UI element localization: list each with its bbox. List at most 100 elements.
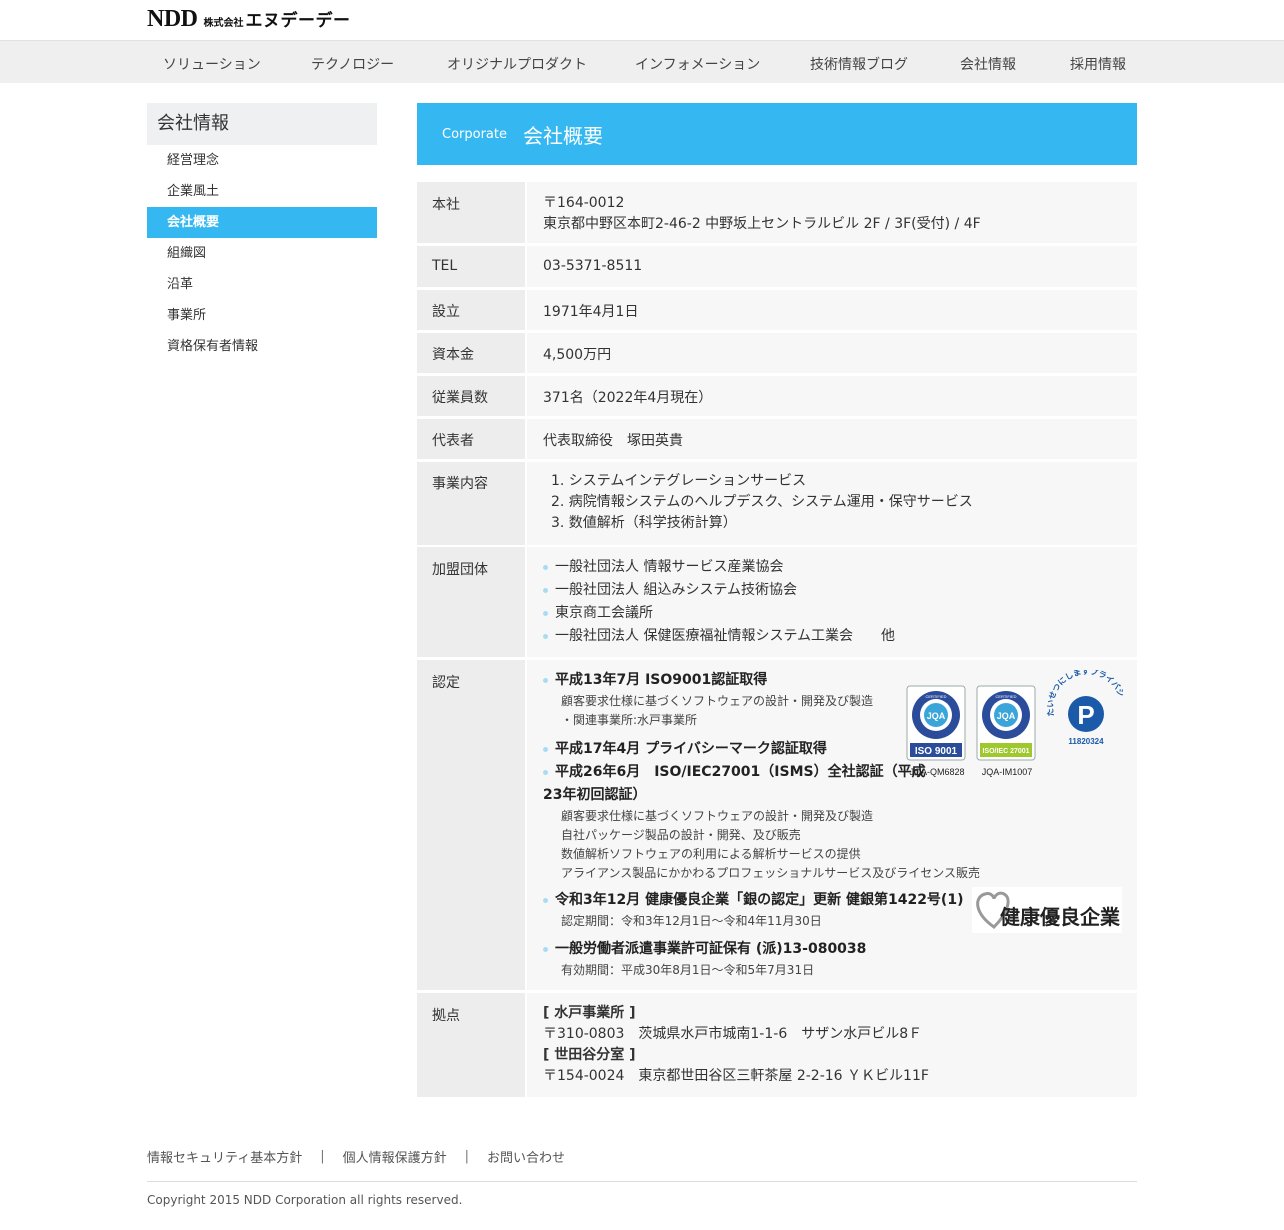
svg-text:CERTIFIED: CERTIFIED: [925, 694, 946, 699]
footer-separator: |: [464, 1149, 470, 1164]
main-content: Corporate 会社概要 本社 〒164-0012 東京都中野区本町2-46…: [417, 103, 1137, 1097]
page-banner: Corporate 会社概要: [417, 103, 1137, 165]
tel-value: 03-5371-8511: [527, 246, 1137, 287]
site-logo[interactable]: NDD 株式会社 エヌデーデー: [147, 6, 351, 33]
cert-isms-title-cont: 23年初回認証）: [543, 787, 647, 803]
nav-recruit[interactable]: 採用情報: [1070, 54, 1126, 74]
business-value: 1. システムインテグレーションサービス 2. 病院情報システムのヘルプデスク、…: [527, 462, 1137, 545]
sidebar-item-overview[interactable]: 会社概要: [147, 207, 377, 238]
cert-isms-scope: 顧客要求仕様に基づくソフトウェアの設計・開発及び製造: [561, 809, 874, 823]
location-mito-name: [ 水戸事業所 ]: [543, 1005, 636, 1021]
nav-solution[interactable]: ソリューション: [163, 54, 261, 74]
iso9001-badge-icon: JQA CERTIFIED ISO 9001: [906, 685, 966, 761]
iso27001-code: JQA-IM1007: [981, 767, 1033, 777]
bullet-icon: [543, 769, 548, 775]
row-label: 認定: [417, 660, 525, 990]
privacy-mark-badge: たいせつにしますプライバシー P 11820324: [1042, 663, 1128, 750]
sidebar-item-philosophy[interactable]: 経営理念: [147, 145, 377, 176]
site-header: NDD 株式会社 エヌデーデー: [0, 0, 1284, 40]
kenko-heart-icon: 健康優良企業: [976, 891, 1121, 929]
cert-dispatch-title: 一般労働者派遣事業許可証保有 (派)13-080038: [543, 938, 1137, 961]
footer-links: 情報セキュリティ基本方針 | 個人情報保護方針 | お問い合わせ: [147, 1147, 565, 1166]
locations-value: [ 水戸事業所 ] 〒310-0803 茨城県水戸市城南1-1-6 サザン水戸ビ…: [527, 993, 1137, 1097]
logo-kabu: 株式会社: [203, 18, 244, 29]
iso27001-badge: JQA CERTIFIED ISO/IEC 27001 JQA-IM1007: [976, 685, 1038, 777]
svg-text:JQA: JQA: [997, 711, 1016, 721]
footer-link-security-policy[interactable]: 情報セキュリティ基本方針: [147, 1147, 302, 1166]
nav-tech-blog[interactable]: 技術情報ブログ: [810, 54, 908, 74]
location-setagaya-name: [ 世田谷分室 ]: [543, 1047, 636, 1063]
nav-company[interactable]: 会社情報: [960, 54, 1016, 74]
row-value: 〒164-0012 東京都中野区本町2-46-2 中野坂上セントラルビル 2F …: [527, 182, 1137, 243]
list-item: 1. システムインテグレーションサービス: [551, 473, 807, 489]
bullet-icon: [543, 746, 548, 752]
banner-en: Corporate: [442, 126, 507, 142]
list-item: 東京商工会議所: [543, 602, 1137, 625]
row-tel: TEL 03-5371-8511: [417, 246, 1137, 287]
svg-text:P: P: [1077, 700, 1094, 730]
footer-divider: [147, 1181, 1137, 1182]
kenko-badge: 健康優良企業: [972, 887, 1122, 933]
iso9001-badge: JQA CERTIFIED ISO 9001 JQA-QM6828: [906, 685, 968, 777]
cert-isms-scope: アライアンス製品にかかわるプロフェッショナルサービス及びライセンス販売: [561, 866, 981, 880]
hq-zip: 〒164-0012: [543, 195, 625, 211]
bullet-icon: [543, 946, 548, 952]
privacy-mark-icon: たいせつにしますプライバシー P 11820324: [1042, 663, 1126, 746]
capital-value: 4,500万円: [527, 333, 1137, 373]
list-item: 3. 数値解析（科学技術計算）: [551, 515, 737, 531]
row-representative: 代表者 代表取締役 塚田英貴: [417, 419, 1137, 459]
row-certifications: 認定 平成13年7月 ISO9001認証取得 顧客要求仕様に基づくソフトウェアの…: [417, 660, 1137, 990]
memberships-value: 一般社団法人 情報サービス産業協会 一般社団法人 組込みシステム技術協会 東京商…: [527, 547, 1137, 657]
row-label: 従業員数: [417, 376, 525, 416]
bullet-icon: [543, 677, 548, 683]
location-mito-address: 〒310-0803 茨城県水戸市城南1-1-6 サザン水戸ビル8Ｆ: [543, 1026, 923, 1042]
svg-text:ISO 9001: ISO 9001: [915, 746, 958, 757]
row-employees: 従業員数 371名（2022年4月現在）: [417, 376, 1137, 416]
cert-isms-scope: 自社パッケージ製品の設計・開発、及び販売: [561, 828, 801, 842]
nav-information[interactable]: インフォメーション: [635, 54, 760, 74]
svg-text:JQA: JQA: [927, 711, 946, 721]
bullet-icon: [543, 897, 548, 903]
row-label: 加盟団体: [417, 547, 525, 657]
global-nav: ソリューション テクノロジー オリジナルプロダクト インフォメーション 技術情報…: [0, 40, 1284, 83]
hq-address: 東京都中野区本町2-46-2 中野坂上セントラルビル 2F / 3F(受付) /…: [543, 216, 981, 232]
svg-text:ISO/IEC 27001: ISO/IEC 27001: [982, 748, 1029, 755]
nav-original-product[interactable]: オリジナルプロダクト: [447, 54, 587, 74]
iso9001-code: JQA-QM6828: [909, 767, 965, 777]
page-title: 会社概要: [523, 123, 603, 148]
row-label: 設立: [417, 290, 525, 330]
row-label: 代表者: [417, 419, 525, 459]
employees-value: 371名（2022年4月現在）: [527, 376, 1137, 416]
row-label: TEL: [417, 246, 525, 287]
sidebar-title: 会社情報: [147, 103, 377, 145]
sidebar-item-qualifications[interactable]: 資格保有者情報: [147, 331, 377, 362]
row-locations: 拠点 [ 水戸事業所 ] 〒310-0803 茨城県水戸市城南1-1-6 サザン…: [417, 993, 1137, 1097]
nav-technology[interactable]: テクノロジー: [311, 54, 394, 74]
row-capital: 資本金 4,500万円: [417, 333, 1137, 373]
list-item: 一般社団法人 情報サービス産業協会: [543, 556, 1137, 579]
row-label: 本社: [417, 182, 525, 243]
footer-link-privacy-policy[interactable]: 個人情報保護方針: [343, 1147, 447, 1166]
cert-isms-title: 平成26年6月 ISO/IEC27001（ISMS）全社認証（平成: [543, 761, 1137, 784]
row-label: 事業内容: [417, 462, 525, 545]
svg-text:健康優良企業: 健康優良企業: [1000, 905, 1121, 929]
logo-ndd: NDD: [147, 6, 198, 32]
sidebar-item-org-chart[interactable]: 組織図: [147, 238, 377, 269]
sidebar-item-history[interactable]: 沿革: [147, 269, 377, 300]
row-established: 設立 1971年4月1日: [417, 290, 1137, 330]
location-setagaya-address: 〒154-0024 東京都世田谷区三軒茶屋 2-2-16 ＹＫビル11F: [543, 1068, 929, 1084]
list-item: 一般社団法人 組込みシステム技術協会: [543, 579, 1137, 602]
cert-isms-scope: 数値解析ソフトウェアの利用による解析サービスの提供: [561, 847, 861, 861]
cert-dispatch-period: 有効期間：平成30年8月1日～令和5年7月31日: [561, 963, 815, 977]
list-item: 2. 病院情報システムのヘルプデスク、システム運用・保守サービス: [551, 494, 973, 510]
row-headquarters: 本社 〒164-0012 東京都中野区本町2-46-2 中野坂上セントラルビル …: [417, 182, 1137, 243]
row-label: 資本金: [417, 333, 525, 373]
row-business: 事業内容 1. システムインテグレーションサービス 2. 病院情報システムのヘル…: [417, 462, 1137, 545]
svg-text:CERTIFIED: CERTIFIED: [995, 694, 1016, 699]
sidebar-item-culture[interactable]: 企業風土: [147, 176, 377, 207]
sidebar-item-offices[interactable]: 事業所: [147, 300, 377, 331]
sidebar: 会社情報 経営理念 企業風土 会社概要 組織図 沿革 事業所 資格保有者情報: [147, 103, 377, 362]
footer-link-contact[interactable]: お問い合わせ: [487, 1147, 565, 1166]
svg-text:11820324: 11820324: [1068, 737, 1104, 746]
copyright: Copyright 2015 NDD Corporation all right…: [147, 1193, 463, 1207]
